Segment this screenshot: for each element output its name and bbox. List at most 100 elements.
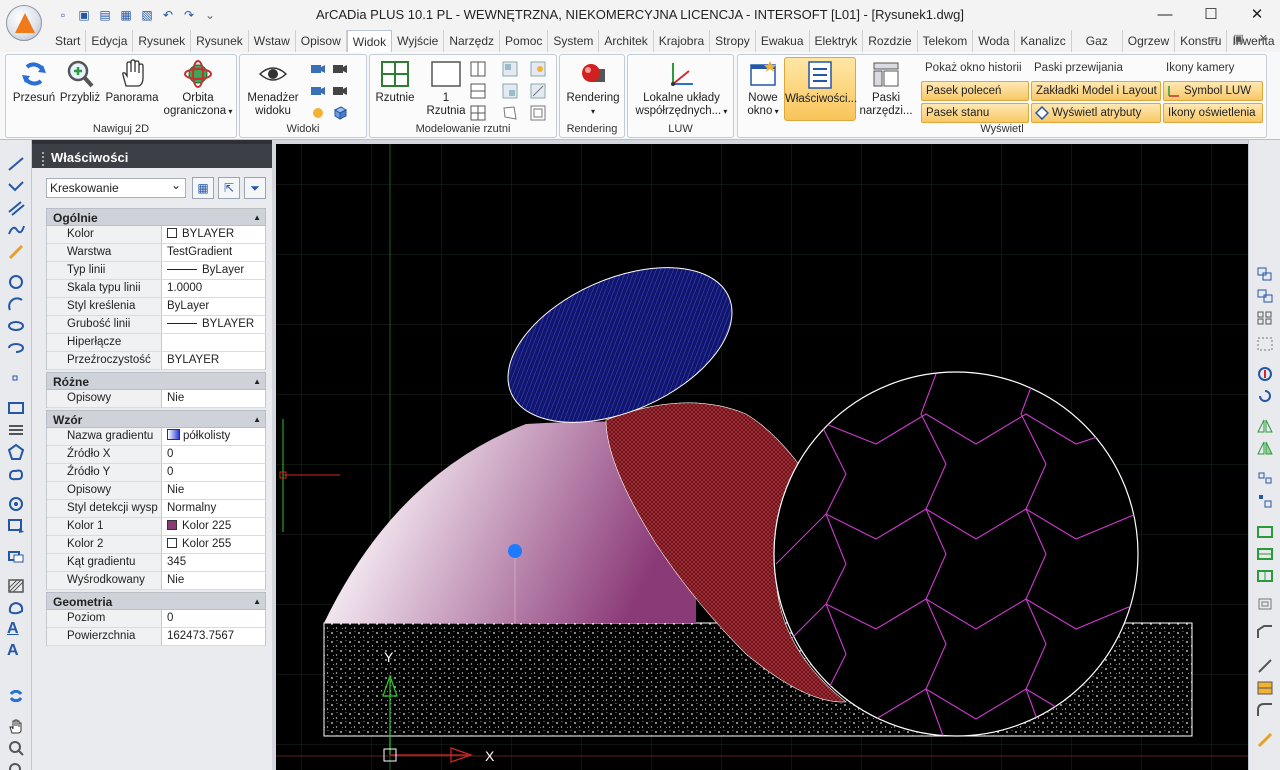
- edit-icon[interactable]: [1256, 658, 1274, 674]
- region-icon[interactable]: [7, 600, 25, 616]
- pattern-circle[interactable]: [773, 371, 1139, 737]
- selection-grip[interactable]: [508, 544, 522, 558]
- tab-elektryka[interactable]: Elektryk: [810, 30, 864, 52]
- tab-rysunek-2[interactable]: Rysunek: [191, 30, 249, 52]
- view-camera3-icon[interactable]: [310, 83, 326, 99]
- break-icon[interactable]: [1256, 568, 1274, 584]
- chamfer-icon[interactable]: [1256, 624, 1274, 640]
- prop-row[interactable]: Kąt gradientu 345: [46, 554, 266, 572]
- prop-value-lineweight[interactable]: BYLAYER: [162, 316, 266, 334]
- drawing-canvas[interactable]: Y X: [276, 144, 1248, 770]
- prop-row[interactable]: Nazwa gradientu półkolisty: [46, 428, 266, 446]
- move-icon[interactable]: [1256, 366, 1274, 382]
- ellipse-icon[interactable]: [7, 318, 25, 334]
- multiline-icon[interactable]: [7, 200, 25, 216]
- nowe-okno-button[interactable]: Nowe okno ▾: [742, 59, 784, 118]
- insert-block-icon[interactable]: [7, 548, 25, 564]
- copy2-icon[interactable]: [1256, 288, 1274, 304]
- refresh-icon[interactable]: [7, 688, 25, 704]
- tab-pomoc[interactable]: Pomoc: [500, 30, 549, 52]
- paski-narzedzi-button[interactable]: Paski narzędzi...: [858, 59, 914, 118]
- section-ogolne[interactable]: Ogólnie: [46, 208, 266, 227]
- menedzer-widoku-button[interactable]: Menadżer widoku: [244, 59, 302, 118]
- zakladki-toggle[interactable]: Zakładki Model i Layout: [1031, 81, 1161, 101]
- prop-value[interactable]: Nie: [162, 390, 266, 408]
- prop-value[interactable]: Nie: [162, 482, 266, 500]
- tab-telekom[interactable]: Telekom: [918, 30, 974, 52]
- mirror2-icon[interactable]: [1256, 440, 1274, 456]
- line-icon[interactable]: [7, 156, 25, 172]
- text-icon[interactable]: A: [7, 642, 25, 659]
- fillet-icon[interactable]: [1256, 702, 1274, 718]
- pasek-polecen-toggle[interactable]: Pasek poleceń: [921, 81, 1029, 101]
- prop-value-kolor2[interactable]: Kolor 255: [162, 536, 266, 554]
- prop-value[interactable]: ByLayer: [162, 298, 266, 316]
- array-icon[interactable]: [1256, 310, 1274, 326]
- prop-value-kolor[interactable]: BYLAYER: [162, 226, 266, 244]
- sketch-icon[interactable]: [7, 244, 25, 260]
- zoom-extents-icon[interactable]: [7, 762, 25, 770]
- extend-icon[interactable]: [1256, 546, 1274, 562]
- symbol-luw-toggle[interactable]: Symbol LUW: [1163, 81, 1263, 101]
- prop-value[interactable]: 345: [162, 554, 266, 572]
- wlasciwosci-button[interactable]: Właściwości...: [784, 57, 857, 121]
- spline-icon[interactable]: [7, 222, 25, 238]
- orbita-button[interactable]: Orbita ograniczona ▾: [162, 59, 234, 118]
- prop-row[interactable]: Wyśrodkowany Nie: [46, 572, 266, 590]
- tab-gaz[interactable]: Gaz: [1072, 30, 1123, 52]
- prop-row[interactable]: Skala typu linii 1.0000: [46, 280, 266, 298]
- pokaz-historii-label[interactable]: Pokaż okno historii: [925, 62, 1022, 74]
- panorama-button[interactable]: Panorama: [104, 59, 160, 105]
- tab-widok[interactable]: Widok: [346, 30, 393, 52]
- polygon-icon[interactable]: [7, 444, 25, 460]
- join-icon[interactable]: [1256, 596, 1274, 612]
- view-cube-icon[interactable]: [332, 105, 348, 121]
- section-wzor[interactable]: Wzór: [46, 410, 266, 429]
- scale-icon[interactable]: [1256, 492, 1274, 508]
- vp-two-vertical-icon[interactable]: [470, 61, 486, 77]
- pan-hand-icon[interactable]: [7, 718, 25, 734]
- point-icon[interactable]: [7, 370, 25, 386]
- trim-icon[interactable]: [1256, 524, 1274, 540]
- block-icon[interactable]: [7, 518, 25, 534]
- filter-icon[interactable]: ⏷: [244, 177, 266, 199]
- polyline-icon[interactable]: [7, 178, 25, 194]
- prop-value[interactable]: Nie: [162, 572, 266, 590]
- tab-architektura[interactable]: Architek: [599, 30, 654, 52]
- drawing-svg[interactable]: Y X: [276, 144, 1248, 770]
- prop-value[interactable]: [162, 334, 266, 352]
- prop-row[interactable]: Kolor BYLAYER: [46, 226, 266, 244]
- rendering-button[interactable]: Rendering ▾: [564, 59, 622, 118]
- prop-row[interactable]: Warstwa TestGradient: [46, 244, 266, 262]
- mtext-icon[interactable]: A: [7, 620, 25, 637]
- prop-row[interactable]: Kolor 1 Kolor 225: [46, 518, 266, 536]
- rzutnie-button[interactable]: Rzutnie: [372, 59, 418, 105]
- vp-frame-icon[interactable]: [530, 105, 546, 121]
- vp-polygonal-icon[interactable]: [502, 105, 518, 121]
- tab-ogrzewanie[interactable]: Ogrzew: [1123, 30, 1176, 52]
- prop-value-kolor1[interactable]: Kolor 225: [162, 518, 266, 536]
- tab-start[interactable]: Start: [50, 30, 87, 52]
- tab-opisow[interactable]: Opisow: [296, 30, 347, 52]
- hatch-lines-icon[interactable]: [7, 422, 25, 438]
- tab-rysunek-1[interactable]: Rysunek: [133, 30, 192, 52]
- explode-icon[interactable]: [1256, 680, 1274, 696]
- zoom-small-icon[interactable]: [7, 740, 25, 756]
- prop-row[interactable]: Hiperłącze: [46, 334, 266, 352]
- prop-row[interactable]: Opisowy Nie: [46, 482, 266, 500]
- vp-two-horizontal-icon[interactable]: [470, 83, 486, 99]
- tab-edycja[interactable]: Edycja: [86, 30, 134, 52]
- hatch-icon[interactable]: [7, 578, 25, 594]
- object-type-select[interactable]: Kreskowanie: [46, 176, 186, 198]
- view-camera4-icon[interactable]: [332, 83, 348, 99]
- app-logo[interactable]: [6, 5, 42, 41]
- prop-value[interactable]: TestGradient: [162, 244, 266, 262]
- vp-clip-icon[interactable]: [502, 83, 518, 99]
- tab-rozdzielnice[interactable]: Rozdzie: [863, 30, 918, 52]
- copy-icon[interactable]: [1256, 266, 1274, 282]
- lokalne-uklady-button[interactable]: Lokalne układy współrzędnych... ▾: [630, 59, 733, 118]
- tab-narzedzia[interactable]: Narzędz: [444, 30, 501, 52]
- prop-value-linetype[interactable]: ByLayer: [162, 262, 266, 280]
- vp-scale-icon[interactable]: [530, 83, 546, 99]
- prop-row[interactable]: Źródło X0: [46, 446, 266, 464]
